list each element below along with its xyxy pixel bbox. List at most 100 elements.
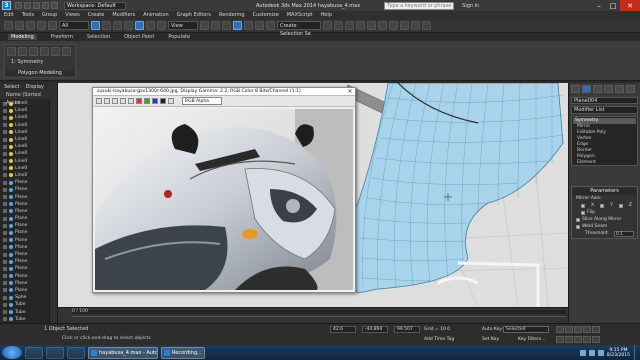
scene-column-name[interactable]: Name (Sorted Ascer <box>0 91 50 106</box>
axis-y-radio[interactable] <box>600 203 605 208</box>
scene-list-item[interactable]: Plane <box>0 222 49 229</box>
parameters-title[interactable]: Parameters <box>573 188 636 195</box>
media-player-taskbar-icon[interactable] <box>67 346 85 359</box>
bind-space-warp-icon[interactable] <box>48 21 57 30</box>
clock[interactable]: 9:15 PM 8/23/2015 <box>607 348 630 358</box>
material-editor-icon[interactable] <box>389 21 398 30</box>
visibility-toggle-icon[interactable] <box>3 173 7 178</box>
render-setup-icon[interactable] <box>400 21 409 30</box>
maximize-icon[interactable]: □ <box>606 0 620 11</box>
menu-create[interactable]: Create <box>88 12 105 18</box>
scene-list-item[interactable]: Plane <box>0 186 49 193</box>
visibility-toggle-icon[interactable] <box>3 281 7 286</box>
alpha-channel-icon[interactable] <box>160 98 166 104</box>
key-filters-button[interactable]: Key Filters... <box>518 337 545 342</box>
copy-image-icon[interactable] <box>104 98 110 104</box>
keyboard-shortcut-icon[interactable] <box>222 21 231 30</box>
visibility-toggle-icon[interactable] <box>3 223 7 228</box>
tab-populate[interactable]: Populate <box>168 34 190 40</box>
visibility-toggle-icon[interactable] <box>3 302 7 307</box>
channel-select[interactable]: RGB Alpha <box>182 97 222 105</box>
go-to-end-icon[interactable] <box>592 326 600 333</box>
clone-window-icon[interactable] <box>112 98 118 104</box>
graphite-toggle-icon[interactable] <box>356 21 365 30</box>
save-image-icon[interactable] <box>96 98 102 104</box>
green-channel-icon[interactable] <box>144 98 150 104</box>
menu-modifiers[interactable]: Modifiers <box>112 12 135 18</box>
scene-list-item[interactable]: Line0 <box>0 172 49 179</box>
save-file-icon[interactable] <box>33 2 40 9</box>
visibility-toggle-icon[interactable] <box>3 195 7 200</box>
scene-list-item[interactable]: Plane <box>0 244 49 251</box>
scene-list-item[interactable]: Line0 <box>0 150 49 157</box>
scene-list-item[interactable]: Tube <box>0 316 49 323</box>
scene-list-item[interactable]: Tube <box>0 301 49 308</box>
scene-list-item[interactable]: Plane <box>0 208 49 215</box>
taskbar-3dsmax[interactable]: hayabusa_4.max - Autodesk 3ds Max 2014 <box>88 346 158 359</box>
time-slider[interactable] <box>72 310 566 314</box>
selection-filter-select[interactable]: All <box>59 21 89 30</box>
scene-list-item[interactable]: Plane <box>0 201 49 208</box>
polygon-modeling-label[interactable]: Polygon Modeling <box>5 70 75 76</box>
rotate-icon[interactable] <box>146 21 155 30</box>
visibility-toggle-icon[interactable] <box>3 266 7 271</box>
go-to-start-icon[interactable] <box>556 326 564 333</box>
scene-list-item[interactable]: Plane <box>0 215 49 222</box>
edge-level-icon[interactable] <box>29 47 38 56</box>
vertex-level-icon[interactable] <box>18 47 27 56</box>
scene-list-item[interactable]: Plane <box>0 193 49 200</box>
visibility-toggle-icon[interactable] <box>3 230 7 235</box>
scene-list-item[interactable]: Line0 <box>0 165 49 172</box>
menu-help[interactable]: Help <box>321 12 332 18</box>
visibility-toggle-icon[interactable] <box>3 259 7 264</box>
move-icon[interactable] <box>135 21 144 30</box>
visibility-toggle-icon[interactable] <box>3 137 7 142</box>
zoom-all-icon[interactable] <box>565 336 573 343</box>
mirror-icon[interactable] <box>323 21 332 30</box>
visibility-toggle-icon[interactable] <box>3 108 7 113</box>
app-logo-icon[interactable]: 3 <box>2 1 11 10</box>
menu-customize[interactable]: Customize <box>253 12 279 18</box>
modifier-list-select[interactable]: Modifier List <box>571 106 638 114</box>
polygon-level-icon[interactable] <box>51 47 60 56</box>
z-coordinate-field[interactable]: 99.507 <box>394 326 420 333</box>
image-viewer-titlebar[interactable]: suzuki-hayabusa-gsx1300r-640.jpg, Displa… <box>93 88 355 96</box>
link-icon[interactable] <box>26 21 35 30</box>
orbit-icon[interactable] <box>592 336 600 343</box>
layer-manager-icon[interactable] <box>345 21 354 30</box>
y-coordinate-field[interactable]: -44.894 <box>362 326 388 333</box>
named-selection-sets-select[interactable]: Create Selection Se <box>277 21 321 37</box>
menu-views[interactable]: Views <box>65 12 79 18</box>
select-by-name-icon[interactable] <box>102 21 111 30</box>
scene-list-item[interactable]: Plane <box>0 179 49 186</box>
play-icon[interactable] <box>574 326 582 333</box>
clear-icon[interactable] <box>128 98 134 104</box>
visibility-toggle-icon[interactable] <box>3 144 7 149</box>
slice-checkbox[interactable] <box>576 217 580 222</box>
reference-coord-select[interactable]: View <box>168 21 198 30</box>
network-icon[interactable] <box>579 349 586 356</box>
visibility-toggle-icon[interactable] <box>3 180 7 185</box>
stack-item-element[interactable]: Element <box>573 160 636 166</box>
help-search-input[interactable]: Type a keyword or phrase <box>384 1 455 10</box>
undo-icon[interactable] <box>42 2 49 9</box>
visibility-toggle-icon[interactable] <box>3 216 7 221</box>
hierarchy-tab-icon[interactable] <box>593 85 602 93</box>
explorer-taskbar-icon[interactable] <box>46 346 64 359</box>
scene-list-item[interactable]: Line0 <box>0 158 49 165</box>
tab-modeling[interactable]: Modeling <box>8 34 37 40</box>
volume-icon[interactable] <box>588 349 595 356</box>
next-frame-icon[interactable] <box>583 326 591 333</box>
snap-toggle-icon[interactable] <box>233 21 242 30</box>
menu-tools[interactable]: Tools <box>22 12 34 18</box>
minimize-icon[interactable]: – <box>592 0 606 11</box>
set-key-button[interactable]: Set Key <box>482 337 499 342</box>
element-level-icon[interactable] <box>62 47 71 56</box>
scale-icon[interactable] <box>157 21 166 30</box>
blue-channel-icon[interactable] <box>152 98 158 104</box>
schematic-view-icon[interactable] <box>378 21 387 30</box>
taskbar-recording[interactable]: Recording... <box>161 346 205 359</box>
tab-object-paint[interactable]: Object Paint <box>124 34 154 40</box>
scene-list-item[interactable]: Line0 <box>0 143 49 150</box>
undo-icon[interactable] <box>4 21 13 30</box>
